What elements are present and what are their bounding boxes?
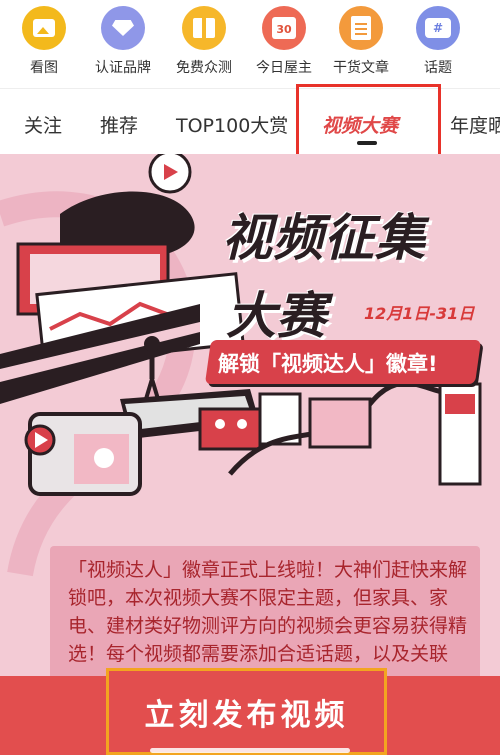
contest-dates: 12月1日-31日 (364, 304, 475, 323)
tab-top100[interactable]: TOP100大赏 (176, 111, 288, 138)
category-label: 免费众测 (176, 60, 232, 76)
banner-headline: 视频征集 (222, 209, 426, 267)
category-view-images[interactable]: 看图 (4, 6, 84, 77)
tab-recommended[interactable]: 推荐 (100, 111, 138, 138)
unlock-badge-text: 解锁「视频达人」徽章! (218, 352, 438, 376)
category-free-trials[interactable]: 免费众测 (164, 6, 244, 77)
category-certified-brands[interactable]: 认证品牌 (83, 6, 163, 77)
document-icon (339, 6, 383, 50)
image-icon (22, 6, 66, 50)
publish-video-button[interactable]: 立刻发布视频 (106, 668, 387, 755)
category-label: 干货文章 (333, 60, 389, 76)
category-icon-row: 看图 认证品牌 免费众测 30 今日屋主 干货文章 # 话题 (0, 0, 500, 88)
category-todays-homeowner[interactable]: 30 今日屋主 (244, 6, 324, 77)
category-label: 认证品牌 (95, 60, 151, 76)
diamond-icon (101, 6, 145, 50)
hashtag-icon: # (416, 6, 460, 50)
publish-video-label: 立刻发布视频 (144, 697, 349, 733)
category-topics[interactable]: # 话题 (398, 6, 478, 77)
category-label: 话题 (424, 60, 452, 76)
category-label: 今日屋主 (256, 60, 312, 76)
tab-annual-show[interactable]: 年度晒 (450, 111, 500, 138)
calendar-icon: 30 (262, 6, 306, 50)
home-indicator (150, 748, 350, 753)
gift-icon (182, 6, 226, 50)
banner-headline-line2: 大赛 (226, 287, 326, 345)
contest-banner[interactable]: 视频征集 大赛 12月1日-31日 解锁「视频达人」徽章! 「视频达人」徽章正式… (0, 154, 500, 755)
category-articles[interactable]: 干货文章 (321, 6, 401, 77)
tab-following[interactable]: 关注 (24, 111, 62, 138)
category-label: 看图 (30, 60, 58, 76)
